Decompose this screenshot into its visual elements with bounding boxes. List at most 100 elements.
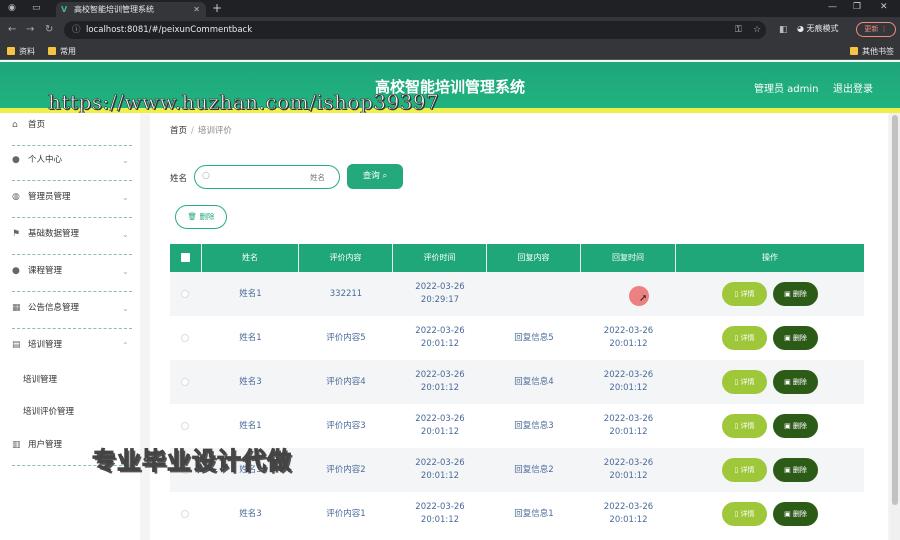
bookmark-label: 其他书签	[862, 47, 894, 56]
sidebar-item-notice[interactable]: ▦ 公告信息管理 ⌄	[0, 296, 140, 333]
column-header-reply-time: 回复时间	[581, 244, 676, 272]
update-button[interactable]: 更新 ⋮	[856, 22, 896, 37]
divider	[12, 145, 132, 146]
chevron-down-icon: ⌄	[122, 304, 129, 313]
sidebar-subitem-training-review[interactable]: 培训评价管理	[23, 405, 74, 417]
sidebar-item-label: 用户管理	[28, 440, 63, 450]
delete-button[interactable]: ▣ 删除	[773, 502, 818, 526]
delete-label: 删除	[792, 466, 807, 474]
sidebar-item-basic-data[interactable]: ⚑ 基础数据管理 ⌄	[0, 222, 140, 259]
browser-menu-icon[interactable]: ◉	[8, 3, 16, 14]
browser-tab-bar: ◉ ▭ V 高校智能培训管理系统 ✕ + — ❐ ✕	[0, 0, 900, 17]
url-field[interactable]: ⓘ localhost:8081/#/peixunCommentback	[64, 21, 766, 39]
bulk-delete-button[interactable]: 🗑 删除	[175, 205, 227, 229]
search-button[interactable]: 查询 ⌕	[347, 164, 403, 189]
info-icon[interactable]: ⓘ	[72, 21, 81, 39]
bookmark-star-icon[interactable]: ☆	[753, 25, 761, 35]
sidebar-subitem-training[interactable]: 培训管理	[23, 373, 57, 385]
delete-button[interactable]: ▣ 删除	[773, 458, 818, 482]
column-header-reply: 回复内容	[487, 244, 581, 272]
flag-icon: ⚑	[12, 229, 21, 239]
bookmark-folder-changyong[interactable]: 常用	[48, 45, 76, 58]
delete-button[interactable]: ▣ 删除	[773, 282, 818, 306]
key-icon[interactable]: ⚿	[735, 25, 742, 35]
detail-button[interactable]: ▯ 详情	[722, 458, 767, 482]
select-all-checkbox[interactable]	[181, 253, 190, 262]
sidebar-item-course[interactable]: ● 课程管理 ⌄	[0, 259, 140, 296]
detail-button[interactable]: ▯ 详情	[722, 282, 767, 306]
tab-list-icon[interactable]: ▭	[32, 3, 41, 14]
delete-label: 删除	[792, 290, 807, 298]
breadcrumb: 首页 / 培训评价	[170, 124, 232, 136]
row-checkbox[interactable]	[181, 510, 189, 518]
trash-icon: ▣	[784, 290, 791, 298]
incognito-profile[interactable]: ◕ 无痕模式	[797, 23, 839, 34]
cell-reply: 回复信息1	[514, 508, 554, 519]
detail-button[interactable]: ▯ 详情	[722, 502, 767, 526]
browser-tab[interactable]: V 高校智能培训管理系统 ✕	[56, 2, 206, 17]
cell-reply-time: 2022-03-26 20:01:12	[603, 458, 654, 481]
close-tab-icon[interactable]: ✕	[193, 2, 200, 17]
cell-reply-time: 2022-03-26 20:01:12	[603, 370, 654, 393]
search-field[interactable]: ○	[194, 165, 340, 189]
cell-content: 评价内容1	[326, 508, 366, 519]
detail-label: 详情	[740, 290, 755, 298]
forward-icon[interactable]: →	[26, 24, 34, 35]
delete-button[interactable]: ▣ 删除	[773, 326, 818, 350]
row-checkbox[interactable]	[181, 422, 189, 430]
cell-content: 评价内容5	[326, 332, 366, 343]
column-header-content: 评价内容	[299, 244, 393, 272]
trash-icon: ▣	[784, 378, 791, 386]
table-row: 姓名3 评价内容1 2022-03-26 20:01:12 回复信息1 2022…	[170, 492, 864, 536]
row-checkbox[interactable]	[181, 378, 189, 386]
maximize-icon[interactable]: ❐	[853, 2, 861, 12]
sidebar-item-training[interactable]: ▤ 培训管理 ⌃	[0, 333, 140, 370]
bookmark-folder-ziliao[interactable]: 资料	[7, 45, 35, 58]
scrollbar-thumb[interactable]	[892, 115, 898, 505]
new-tab-icon[interactable]: +	[212, 1, 222, 15]
sidebar-item-admin[interactable]: ◍ 管理员管理 ⌄	[0, 185, 140, 222]
close-window-icon[interactable]: ✕	[880, 2, 888, 12]
minimize-icon[interactable]: —	[828, 2, 837, 12]
document-icon: ▯	[734, 422, 739, 430]
trash-icon: ▣	[784, 334, 791, 342]
bookmarks-bar: 资料 常用 其他书签	[0, 43, 900, 60]
detail-label: 详情	[740, 334, 755, 342]
chart-icon: ▤	[12, 340, 21, 350]
trash-icon: 🗑	[187, 212, 198, 221]
chevron-up-icon: ⌃	[122, 341, 129, 350]
delete-button[interactable]: ▣ 删除	[773, 370, 818, 394]
delete-label: 删除	[792, 422, 807, 430]
bulk-delete-label: 删除	[199, 212, 215, 221]
logout-link[interactable]: 退出登录	[833, 80, 873, 95]
column-header-name: 姓名	[202, 244, 299, 272]
reload-icon[interactable]: ↻	[45, 24, 53, 35]
sidebar-item-personal[interactable]: ● 个人中心 ⌄	[0, 148, 140, 185]
delete-label: 删除	[792, 378, 807, 386]
chevron-down-icon: ⌄	[122, 193, 129, 202]
cell-reply: 回复信息2	[514, 464, 554, 475]
breadcrumb-separator: /	[191, 126, 194, 136]
breadcrumb-home[interactable]: 首页	[170, 126, 187, 136]
detail-button[interactable]: ▯ 详情	[722, 370, 767, 394]
cell-content: 评价内容3	[326, 420, 366, 431]
row-checkbox[interactable]	[181, 334, 189, 342]
sidebar-item-label: 培训管理	[28, 340, 63, 350]
page-scrollbar[interactable]	[890, 113, 900, 540]
bookmark-folder-other[interactable]: 其他书签	[850, 45, 894, 58]
url-watermark: https://www.huzhan.com/ishop39397	[48, 90, 440, 115]
cell-time: 2022-03-26 20:01:12	[415, 502, 465, 525]
chevron-down-icon: ⌄	[122, 230, 129, 239]
detail-button[interactable]: ▯ 详情	[722, 326, 767, 350]
cell-reply	[487, 272, 581, 316]
row-checkbox[interactable]	[181, 290, 189, 298]
bookmark-label: 常用	[60, 47, 76, 56]
cell-reply-time: 2022-03-26 20:01:12	[603, 414, 654, 437]
cell-content: 332211	[329, 288, 363, 299]
sidepanel-icon[interactable]: ◧	[779, 25, 788, 35]
search-input[interactable]	[215, 170, 325, 184]
detail-button[interactable]: ▯ 详情	[722, 414, 767, 438]
back-icon[interactable]: ←	[8, 24, 16, 35]
delete-button[interactable]: ▣ 删除	[773, 414, 818, 438]
sidebar-item-home[interactable]: ⌂ 首页	[0, 113, 140, 150]
